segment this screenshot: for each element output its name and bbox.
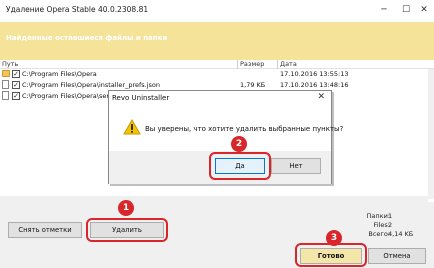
item-size: 1,79 KБ bbox=[240, 81, 266, 89]
cancel-button[interactable]: Отмена bbox=[368, 248, 426, 264]
maximize-icon[interactable]: ☐ bbox=[396, 2, 416, 18]
list-header: Путь Размер Дата bbox=[0, 60, 434, 69]
close-icon[interactable]: ✕ bbox=[414, 2, 434, 18]
column-date[interactable]: Дата bbox=[280, 60, 297, 68]
list-item[interactable]: ✓ C:\Program Files\Opera 17.10.2016 13:5… bbox=[0, 69, 430, 79]
title-bar: Удаление Opera Stable 40.0.2308.81 ─ ☐ ✕ bbox=[0, 0, 434, 22]
list-item[interactable]: ✓ C:\Program Files\Opera\installer_prefs… bbox=[0, 80, 430, 90]
close-icon[interactable]: ✕ bbox=[317, 92, 325, 102]
item-path: C:\Program Files\Opera\installer_prefs.j… bbox=[22, 81, 161, 89]
banner-text: Найденные оставшиеся файлы и папки bbox=[6, 34, 168, 42]
column-path[interactable]: Путь bbox=[2, 60, 18, 68]
step-badge-1: 1 bbox=[118, 200, 134, 216]
files-label: Files: bbox=[373, 221, 390, 229]
folders-value: 1 bbox=[388, 212, 393, 220]
step-badge-2: 2 bbox=[231, 136, 247, 152]
file-icon bbox=[2, 91, 9, 100]
item-date: 17.10.2016 13:55:13 bbox=[280, 70, 349, 78]
uncheck-button[interactable]: Снять отметки bbox=[8, 222, 82, 238]
finish-highlight bbox=[295, 243, 367, 267]
item-path: C:\Program Files\Opera bbox=[22, 70, 97, 78]
checkbox[interactable]: ✓ bbox=[12, 81, 20, 89]
item-date: 17.10.2016 13:48:16 bbox=[280, 81, 349, 89]
file-icon bbox=[2, 80, 9, 89]
folders-label: Папки: bbox=[366, 212, 390, 220]
confirm-dialog: Revo Uninstaller ✕ Вы уверены, что хотит… bbox=[108, 90, 343, 184]
window-title: Удаление Opera Stable 40.0.2308.81 bbox=[6, 5, 149, 14]
column-size[interactable]: Размер bbox=[240, 60, 264, 68]
total-label: Всего: bbox=[368, 230, 390, 238]
summary-stats: Папки: 1 Files: 2 Всего: 4,14 KБ bbox=[330, 212, 430, 244]
step-badge-3: 3 bbox=[326, 230, 342, 246]
column-divider[interactable] bbox=[237, 60, 238, 69]
delete-highlight bbox=[86, 218, 168, 242]
yes-highlight bbox=[209, 152, 271, 180]
vertical-scrollbar[interactable] bbox=[428, 69, 434, 199]
files-value: 2 bbox=[388, 221, 393, 229]
dialog-message: Вы уверены, что хотите удалить выбранные… bbox=[145, 125, 344, 133]
minimize-icon[interactable]: ─ bbox=[374, 2, 394, 18]
item-path: C:\Program Files\Opera\server bbox=[22, 92, 108, 100]
total-value: 4,14 KБ bbox=[388, 230, 414, 238]
header-banner: Найденные оставшиеся файлы и папки bbox=[0, 22, 434, 62]
dialog-title: Revo Uninstaller bbox=[112, 94, 170, 102]
checkbox[interactable]: ✓ bbox=[12, 92, 20, 100]
column-divider[interactable] bbox=[277, 60, 278, 69]
folder-icon bbox=[2, 70, 10, 77]
checkbox[interactable]: ✓ bbox=[12, 70, 20, 78]
no-button[interactable]: Нет bbox=[271, 158, 321, 174]
warning-icon bbox=[123, 118, 141, 137]
